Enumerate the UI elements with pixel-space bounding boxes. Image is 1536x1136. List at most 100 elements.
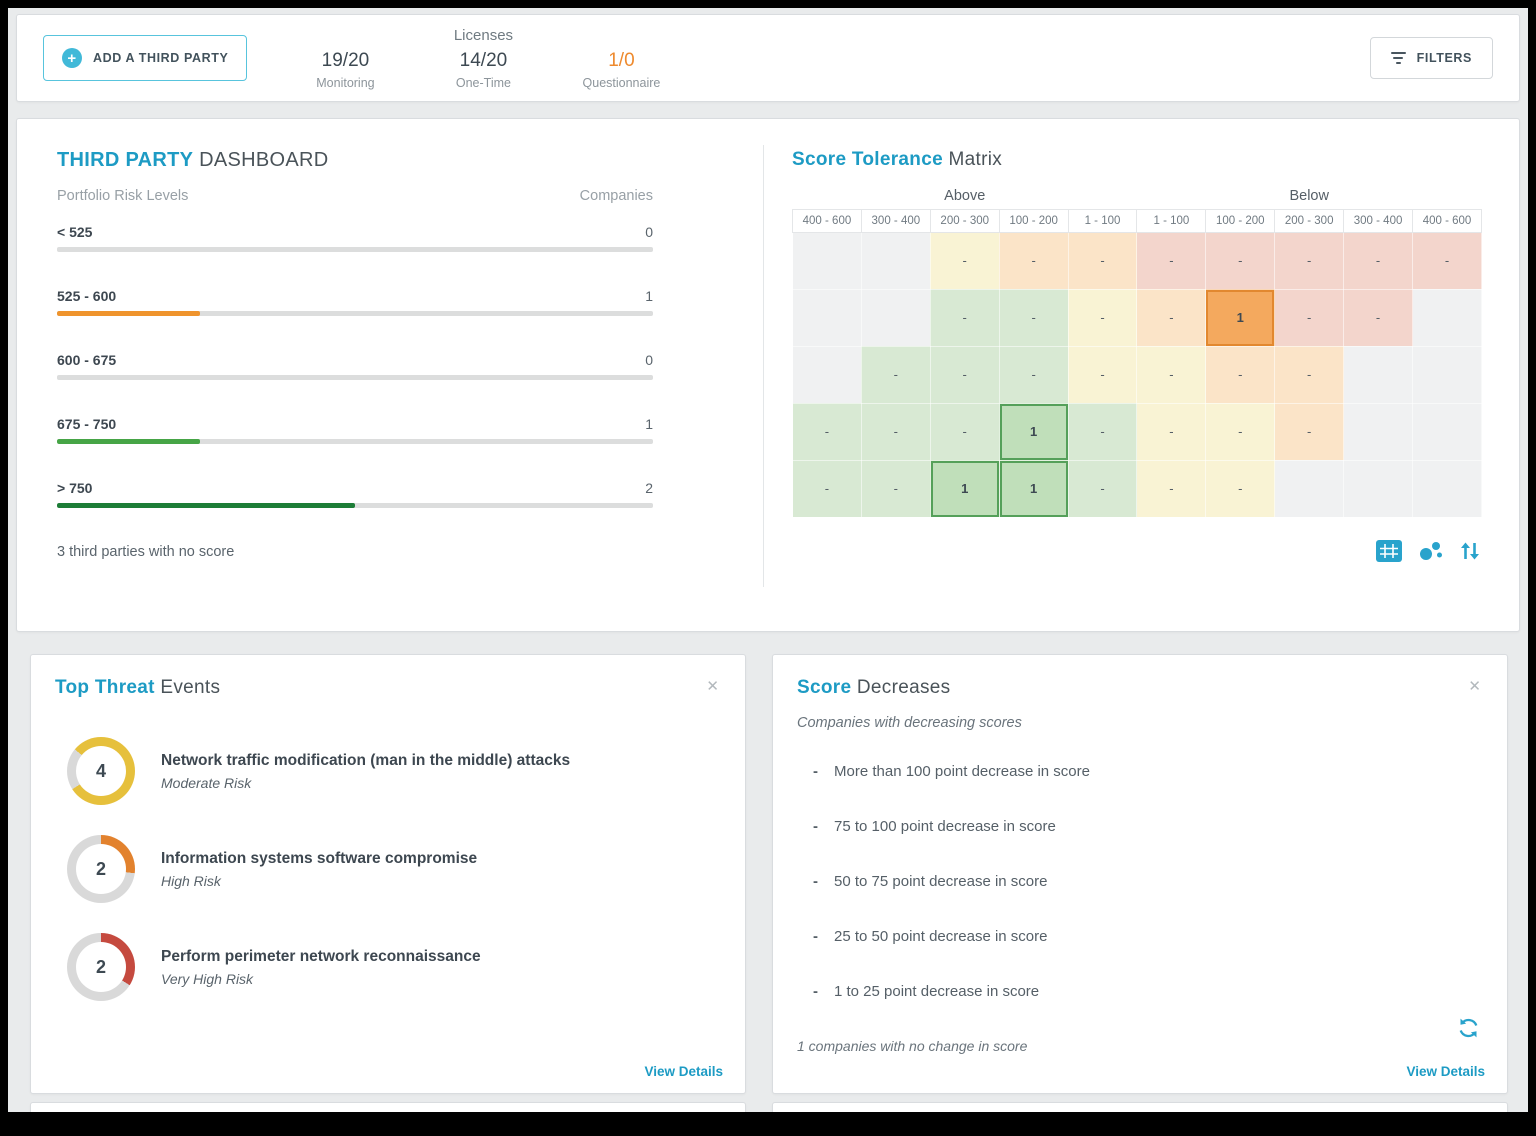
page: + ADD A THIRD PARTY Licenses 19/20Monito… xyxy=(8,8,1528,1112)
risk-level-count: 0 xyxy=(645,224,653,240)
matrix-cell xyxy=(1344,403,1413,460)
threat-title-rest: Events xyxy=(160,677,220,698)
decrease-range-item[interactable]: -50 to 75 point decrease in score xyxy=(813,873,1483,890)
matrix-cell[interactable]: - xyxy=(1206,403,1275,460)
matrix-cell[interactable]: - xyxy=(1275,403,1344,460)
close-icon[interactable]: ✕ xyxy=(704,677,721,696)
close-icon[interactable]: ✕ xyxy=(1466,677,1483,696)
matrix-cell[interactable]: - xyxy=(1137,346,1206,403)
threat-view-details-link[interactable]: View Details xyxy=(644,1064,723,1079)
matrix-below-header: Below xyxy=(1137,183,1482,209)
add-third-party-button[interactable]: + ADD A THIRD PARTY xyxy=(43,35,247,81)
decrease-range-label: 75 to 100 point decrease in score xyxy=(834,818,1056,835)
matrix-cell xyxy=(1344,346,1413,403)
matrix-cell[interactable]: - xyxy=(930,232,999,289)
decreases-view-details-link[interactable]: View Details xyxy=(1406,1064,1485,1079)
matrix-cell[interactable]: 1 xyxy=(1206,289,1275,346)
decrease-range-item[interactable]: -1 to 25 point decrease in score xyxy=(813,983,1483,1000)
matrix-cell[interactable]: - xyxy=(1068,460,1137,517)
matrix-cell[interactable]: - xyxy=(1137,289,1206,346)
threat-risk-level: Moderate Risk xyxy=(161,775,570,791)
threat-donut-chart: 2 xyxy=(67,835,135,903)
dash-bullet: - xyxy=(813,763,818,780)
matrix-cell[interactable]: - xyxy=(861,403,930,460)
matrix-cell[interactable]: - xyxy=(999,289,1068,346)
dash-bullet: - xyxy=(813,873,818,890)
threat-event-row[interactable]: 4Network traffic modification (man in th… xyxy=(67,737,721,805)
matrix-cell[interactable]: - xyxy=(1137,232,1206,289)
matrix-cell[interactable]: - xyxy=(930,289,999,346)
matrix-cell xyxy=(1413,289,1482,346)
filters-button[interactable]: FILTERS xyxy=(1370,37,1493,79)
matrix-range-header: 400 - 600 xyxy=(1413,209,1482,232)
risk-level-count: 1 xyxy=(645,288,653,304)
decreases-title-accent: Score xyxy=(797,677,851,698)
matrix-cell[interactable]: - xyxy=(793,460,862,517)
dash-bullet: - xyxy=(813,818,818,835)
matrix-cell[interactable]: - xyxy=(1344,289,1413,346)
matrix-cell[interactable]: 1 xyxy=(999,403,1068,460)
matrix-cell[interactable]: - xyxy=(861,460,930,517)
threat-title: Network traffic modification (man in the… xyxy=(161,752,570,770)
threat-count: 2 xyxy=(67,933,135,1001)
matrix-row: --11--- xyxy=(793,460,1482,517)
matrix-col-headers: 400 - 600300 - 400200 - 300100 - 2001 - … xyxy=(793,209,1482,232)
threat-event-row[interactable]: 2Information systems software compromise… xyxy=(67,835,721,903)
threat-event-row[interactable]: 2 Perform perimeter network reconnaissanc… xyxy=(67,933,721,1001)
matrix-cell[interactable]: - xyxy=(999,346,1068,403)
matrix-cell[interactable]: - xyxy=(793,403,862,460)
top-threat-events-card: Top Threat Events ✕ 4Network traffic mod… xyxy=(30,654,746,1094)
matrix-cell[interactable]: - xyxy=(1068,289,1137,346)
matrix-cell xyxy=(793,232,862,289)
matrix-range-header: 1 - 100 xyxy=(1137,209,1206,232)
threat-risk-level: High Risk xyxy=(161,873,477,889)
decreases-card-header: Score Decreases ✕ xyxy=(797,677,1483,699)
matrix-cell[interactable]: - xyxy=(930,403,999,460)
matrix-cell[interactable]: - xyxy=(1275,232,1344,289)
matrix-cell[interactable]: - xyxy=(1068,403,1137,460)
matrix-cell[interactable]: - xyxy=(1275,289,1344,346)
license-stat: 1/0Questionnaire xyxy=(579,50,663,90)
matrix-cell[interactable]: - xyxy=(999,232,1068,289)
risk-level-row[interactable]: 675 - 7501 xyxy=(57,416,653,444)
risk-level-row[interactable]: 525 - 600 1 xyxy=(57,288,653,316)
third-party-dashboard-card: THIRD PARTY DASHBOARD Portfolio Risk Lev… xyxy=(16,118,1520,632)
risk-level-row[interactable]: 600 - 6750 xyxy=(57,352,653,380)
sort-arrows-icon[interactable] xyxy=(1459,541,1481,561)
matrix-cell[interactable]: - xyxy=(1068,232,1137,289)
risk-level-label: 675 - 750 xyxy=(57,416,116,432)
matrix-cell[interactable]: - xyxy=(1206,460,1275,517)
matrix-cell[interactable]: - xyxy=(1413,232,1482,289)
matrix-cell[interactable]: 1 xyxy=(930,460,999,517)
matrix-cell[interactable]: - xyxy=(1206,232,1275,289)
decrease-range-item[interactable]: -More than 100 point decrease in score xyxy=(813,763,1483,780)
decrease-range-item[interactable]: -75 to 100 point decrease in score xyxy=(813,818,1483,835)
matrix-cell[interactable]: - xyxy=(1275,346,1344,403)
grid-view-icon[interactable] xyxy=(1376,540,1402,562)
sync-icon[interactable] xyxy=(1456,1016,1481,1045)
matrix-cell[interactable]: - xyxy=(1137,403,1206,460)
companies-header: Companies xyxy=(580,188,653,204)
threat-title: Perform perimeter network reconnaissance xyxy=(161,948,481,966)
matrix-cell[interactable]: - xyxy=(1206,346,1275,403)
score-tolerance-matrix: Above Below 400 - 600300 - 400200 - 3001… xyxy=(792,183,1482,518)
matrix-above-header: Above xyxy=(793,183,1137,209)
matrix-cell[interactable]: - xyxy=(1068,346,1137,403)
risk-level-label: 525 - 600 xyxy=(57,288,116,304)
matrix-range-header: 1 - 100 xyxy=(1068,209,1137,232)
threat-card-title: Top Threat Events xyxy=(55,677,220,699)
risk-level-count: 2 xyxy=(645,480,653,496)
decrease-range-item[interactable]: -25 to 50 point decrease in score xyxy=(813,928,1483,945)
matrix-cell[interactable]: 1 xyxy=(999,460,1068,517)
risk-level-row[interactable]: < 5250 xyxy=(57,224,653,252)
matrix-cell[interactable]: - xyxy=(1344,232,1413,289)
dashboard-title: THIRD PARTY DASHBOARD xyxy=(57,149,653,172)
risk-bar-track xyxy=(57,375,653,380)
risk-bar-track xyxy=(57,503,653,508)
matrix-cell[interactable]: - xyxy=(861,346,930,403)
risk-bar-track xyxy=(57,247,653,252)
scatter-view-icon[interactable] xyxy=(1418,540,1443,562)
matrix-cell[interactable]: - xyxy=(930,346,999,403)
risk-level-row[interactable]: > 7502 xyxy=(57,480,653,508)
matrix-cell[interactable]: - xyxy=(1137,460,1206,517)
